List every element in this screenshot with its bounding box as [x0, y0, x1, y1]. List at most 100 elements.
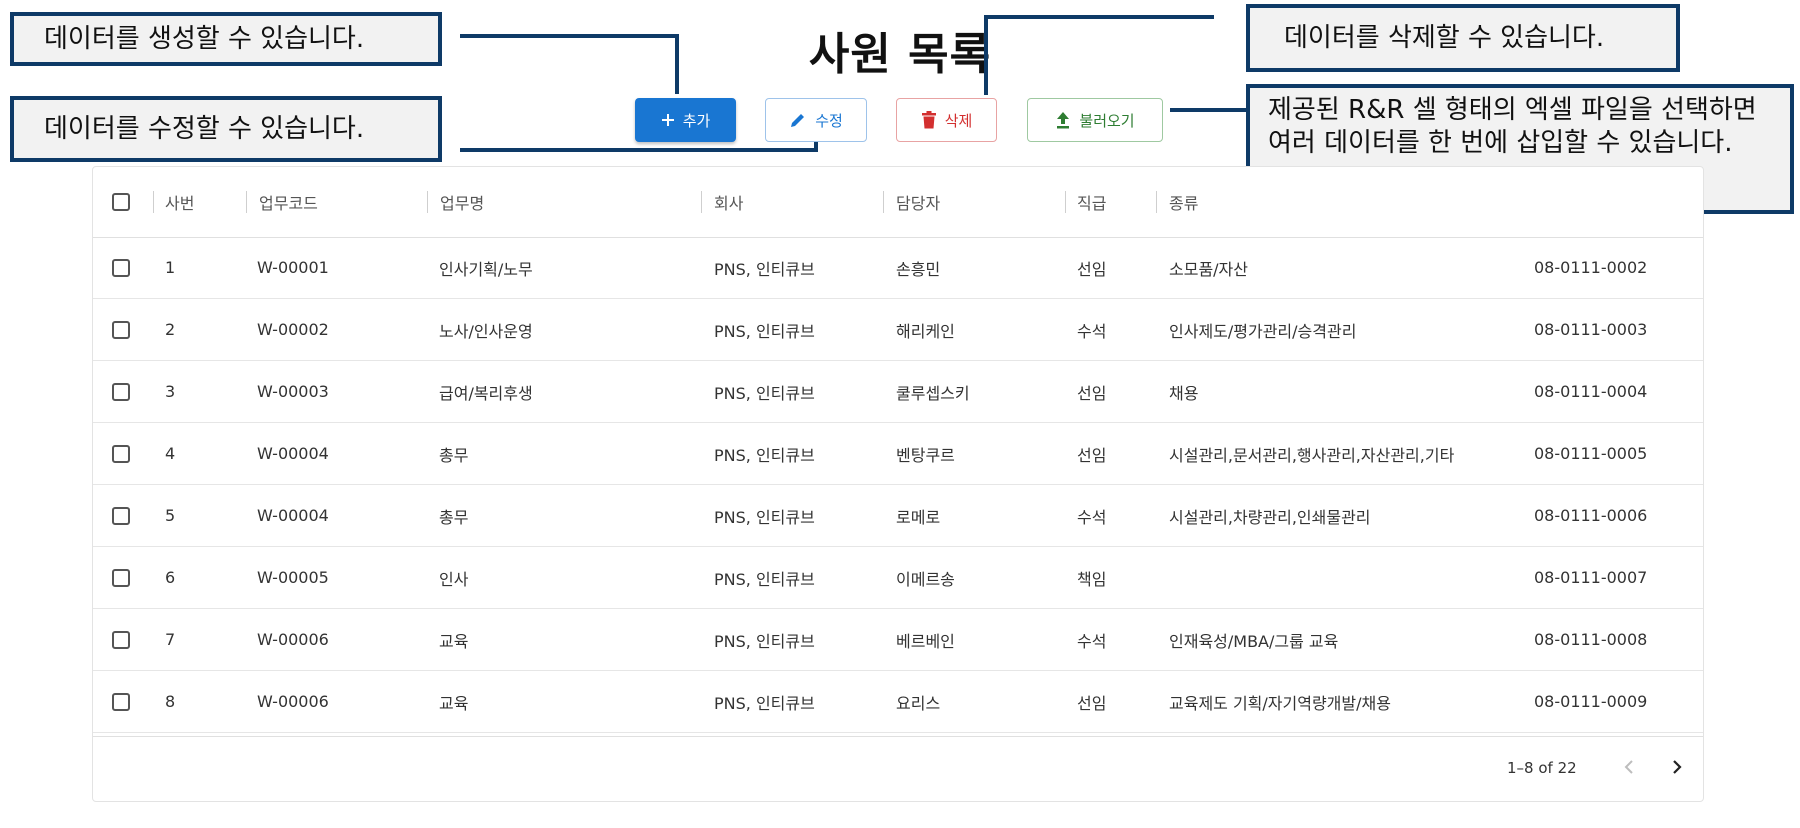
cell-kind: 교육제도 기획/자기역량개발/채용	[1169, 693, 1391, 713]
callout-edit: 데이터를 수정할 수 있습니다.	[10, 96, 442, 162]
cell-no: 8	[165, 692, 176, 711]
cell-id: 08-0111-0008	[1534, 630, 1648, 649]
cell-code: W-00004	[257, 444, 329, 463]
cell-manager: 로메로	[896, 507, 941, 527]
column-header-manager[interactable]: 담당자	[896, 167, 940, 237]
cell-task: 급여/복리후생	[439, 383, 533, 403]
cell-company: PNS, 인티큐브	[714, 569, 815, 589]
column-header-no[interactable]: 사번	[165, 167, 194, 237]
edit-button[interactable]: 수정	[765, 98, 867, 142]
leader-line-delete	[984, 15, 1214, 19]
table-footer: 1–8 of 22	[93, 736, 1703, 801]
cell-id: 08-0111-0006	[1534, 506, 1648, 525]
plus-icon	[661, 113, 675, 127]
cell-id: 08-0111-0003	[1534, 320, 1648, 339]
cell-manager: 요리스	[896, 693, 941, 713]
delete-button[interactable]: 삭제	[896, 98, 997, 142]
table-row[interactable]: 5 W-00004 총무 PNS, 인티큐브 로메로 수석 시설관리,차량관리,인쇄물관리 0…	[93, 485, 1703, 547]
pagination-range: 1–8 of 22	[1507, 759, 1577, 777]
column-separator	[883, 191, 884, 213]
upload-icon	[1055, 111, 1071, 129]
callout-delete: 데이터를 삭제할 수 있습니다.	[1246, 4, 1680, 72]
cell-rank: 책임	[1077, 569, 1107, 589]
column-separator	[1156, 191, 1157, 213]
cell-no: 7	[165, 630, 176, 649]
cell-rank: 선임	[1077, 693, 1107, 713]
cell-manager: 벤탕쿠르	[896, 445, 955, 465]
callout-create: 데이터를 생성할 수 있습니다.	[10, 12, 442, 66]
cell-kind: 소모품/자산	[1169, 259, 1248, 279]
column-header-kind[interactable]: 종류	[1169, 167, 1198, 237]
row-checkbox[interactable]	[112, 671, 130, 732]
cell-company: PNS, 인티큐브	[714, 445, 815, 465]
column-separator	[701, 191, 702, 213]
cell-no: 5	[165, 506, 176, 525]
table-row[interactable]: 1 W-00001 인사기획/노무 PNS, 인티큐브 손흥민 선임 소모품/자산 08-01…	[93, 237, 1703, 299]
cell-task: 총무	[439, 507, 469, 527]
cell-task: 교육	[439, 631, 469, 651]
cell-id: 08-0111-0002	[1534, 258, 1648, 277]
row-checkbox[interactable]	[112, 237, 130, 298]
load-button-label: 불러오기	[1079, 111, 1135, 130]
row-checkbox[interactable]	[112, 609, 130, 670]
add-button[interactable]: 추가	[635, 98, 736, 142]
leader-line-edit	[460, 148, 818, 152]
cell-kind: 시설관리,차량관리,인쇄물관리	[1169, 507, 1371, 527]
next-page-button[interactable]	[1661, 753, 1693, 785]
cell-task: 교육	[439, 693, 469, 713]
pencil-icon	[789, 111, 807, 129]
column-header-company[interactable]: 회사	[714, 167, 743, 237]
cell-no: 4	[165, 444, 176, 463]
cell-rank: 선임	[1077, 383, 1107, 403]
delete-button-label: 삭제	[944, 111, 973, 130]
select-all-checkbox[interactable]	[112, 167, 130, 237]
table-row[interactable]: 6 W-00005 인사 PNS, 인티큐브 이메르송 책임 08-0111-0007	[93, 547, 1703, 609]
cell-code: W-00003	[257, 382, 329, 401]
cell-no: 3	[165, 382, 176, 401]
cell-manager: 베르베인	[896, 631, 955, 651]
previous-page-button[interactable]	[1613, 753, 1645, 785]
cell-manager: 해리케인	[896, 321, 955, 341]
cell-kind: 인재육성/MBA/그룹 교육	[1169, 631, 1339, 651]
load-button[interactable]: 불러오기	[1027, 98, 1163, 142]
chevron-right-icon	[1671, 759, 1683, 779]
cell-code: W-00004	[257, 506, 329, 525]
cell-task: 총무	[439, 445, 469, 465]
column-header-rank[interactable]: 직급	[1077, 167, 1106, 237]
cell-no: 6	[165, 568, 176, 587]
cell-id: 08-0111-0007	[1534, 568, 1648, 587]
column-header-code[interactable]: 업무코드	[259, 167, 318, 237]
column-separator	[246, 191, 247, 213]
cell-manager: 손흥민	[896, 259, 941, 279]
cell-company: PNS, 인티큐브	[714, 507, 815, 527]
table-row[interactable]: 2 W-00002 노사/인사운영 PNS, 인티큐브 해리케인 수석 인사제도/평가관리/…	[93, 299, 1703, 361]
leader-line-delete	[984, 15, 988, 95]
edit-button-label: 수정	[815, 111, 843, 130]
row-checkbox[interactable]	[112, 423, 130, 484]
table-row[interactable]: 3 W-00003 급여/복리후생 PNS, 인티큐브 쿨루셉스키 선임 채용 08-0111…	[93, 361, 1703, 423]
trash-icon	[921, 111, 937, 129]
row-checkbox[interactable]	[112, 485, 130, 546]
leader-line-create	[675, 34, 679, 94]
cell-kind: 인사제도/평가관리/승격관리	[1169, 321, 1357, 341]
table-row[interactable]: 8 W-00006 교육 PNS, 인티큐브 요리스 선임 교육제도 기획/자기역량개발/채…	[93, 671, 1703, 733]
cell-task: 인사기획/노무	[439, 259, 533, 279]
row-checkbox[interactable]	[112, 547, 130, 608]
cell-kind: 시설관리,문서관리,행사관리,자산관리,기타	[1169, 445, 1455, 465]
leader-line-load	[1170, 108, 1246, 112]
cell-code: W-00006	[257, 630, 329, 649]
row-checkbox[interactable]	[112, 361, 130, 422]
cell-rank: 수석	[1077, 631, 1107, 651]
table-row[interactable]: 4 W-00004 총무 PNS, 인티큐브 벤탕쿠르 선임 시설관리,문서관리,행사관리,…	[93, 423, 1703, 485]
cell-company: PNS, 인티큐브	[714, 383, 815, 403]
cell-id: 08-0111-0005	[1534, 444, 1648, 463]
cell-rank: 선임	[1077, 445, 1107, 465]
cell-id: 08-0111-0009	[1534, 692, 1648, 711]
column-separator	[427, 191, 428, 213]
column-header-task[interactable]: 업무명	[440, 167, 484, 237]
cell-code: W-00002	[257, 320, 329, 339]
column-separator	[1065, 191, 1066, 213]
table-row[interactable]: 7 W-00006 교육 PNS, 인티큐브 베르베인 수석 인재육성/MBA/그룹 교육 0…	[93, 609, 1703, 671]
leader-line-create	[460, 34, 679, 38]
row-checkbox[interactable]	[112, 299, 130, 360]
